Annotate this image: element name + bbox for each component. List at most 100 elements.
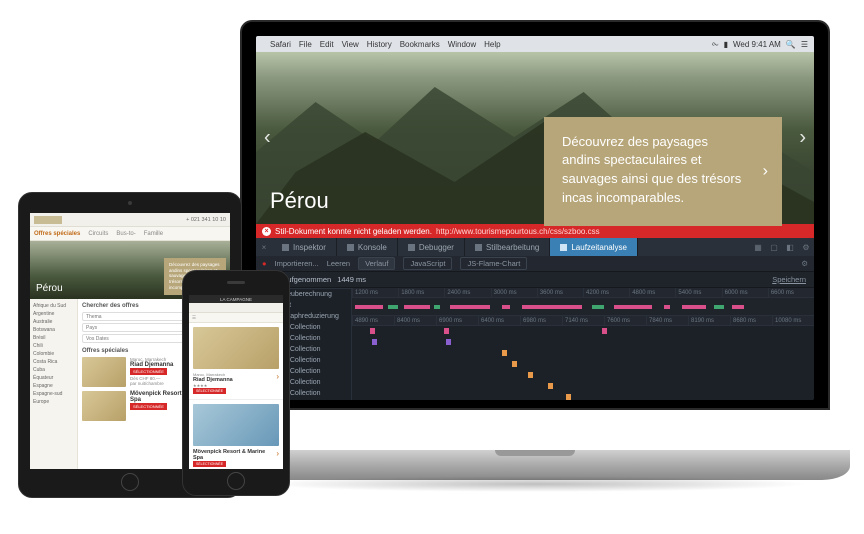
phone-home-button[interactable] (227, 472, 245, 490)
tablet-sidebar-item[interactable]: Cuba (33, 367, 74, 373)
tablet-sidebar-item[interactable]: Équateur (33, 375, 74, 381)
offer-thumb (82, 391, 126, 421)
timeline-marker[interactable] (528, 372, 533, 378)
menu-app[interactable]: Safari (270, 40, 291, 49)
tablet-sidebar-item[interactable]: Costa Rica (33, 359, 74, 365)
tablet-sidebar-item[interactable]: Botswana (33, 327, 74, 333)
devtools-settings-icon[interactable]: ⚙ (798, 238, 814, 256)
timeline-marker[interactable] (372, 339, 377, 345)
devtools-recording-bar: il wird aufgenommen 1449 ms Speichern (256, 272, 814, 288)
inspector-icon (282, 244, 289, 251)
tab-laufzeitanalyse[interactable]: Laufzeitanalyse (550, 238, 638, 256)
hero-caption-arrow-icon[interactable]: › (763, 160, 768, 183)
tablet-sidebar-item[interactable]: Colombie (33, 351, 74, 357)
timeline-marker[interactable] (566, 394, 571, 400)
record-stop-icon[interactable]: ● (262, 259, 267, 268)
menu-bookmarks[interactable]: Bookmarks (400, 40, 440, 49)
timeline-marker[interactable] (602, 328, 607, 334)
overview-strip (714, 305, 724, 309)
menu-window[interactable]: Window (448, 40, 476, 49)
devtools-panel-icon[interactable]: ▦ (750, 238, 766, 256)
laptop-notch (495, 450, 575, 456)
carousel-next-arrow[interactable]: › (799, 127, 806, 150)
tab-stilbearbeitung[interactable]: Stilbearbeitung (465, 238, 550, 256)
menubar-status: ⧜ ▮ Wed 9:41 AM 🔍 ☰ (712, 39, 808, 49)
error-text: Stil-Dokument konnte nicht geladen werde… (275, 227, 432, 236)
tablet-home-button[interactable] (121, 473, 139, 491)
tab-konsole[interactable]: Konsole (337, 238, 398, 256)
debugger-icon (408, 244, 415, 251)
btn-leeren[interactable]: Leeren (327, 259, 350, 268)
timeline-marker[interactable] (444, 328, 449, 334)
tablet-nav: Offres spéciales Circuits Bus-to- Famill… (30, 227, 230, 241)
pill-javascript[interactable]: JavaScript (403, 257, 452, 270)
devtools-dock-icon[interactable]: ◧ (782, 238, 798, 256)
error-close-icon[interactable]: × (262, 227, 271, 236)
tablet-sidebar-item[interactable]: Europe (33, 399, 74, 405)
devtools-close-icon[interactable]: × (256, 238, 272, 256)
tablet-nav-offres[interactable]: Offres spéciales (34, 231, 80, 237)
phone-offer-card[interactable]: Mövenpick Resort & Marine SpaSÉLECTIONNÉ… (189, 400, 283, 469)
btn-importieren[interactable]: Importieren... (275, 259, 319, 268)
tablet-site-header: + 021 341 10 10 (30, 213, 230, 227)
error-url[interactable]: http://www.tourismepourtous.ch/css/szboo… (436, 227, 600, 236)
tablet-nav-bus[interactable]: Bus-to- (116, 231, 135, 237)
search-icon[interactable]: 🔍 (786, 40, 796, 49)
timeline-marker[interactable] (446, 339, 451, 345)
tablet-nav-circuits[interactable]: Circuits (88, 231, 108, 237)
laptop-screen-bezel: Safari File Edit View History Bookmarks … (240, 20, 830, 410)
tablet-sidebar-item[interactable]: Espagne (33, 383, 74, 389)
css-error-bar: × Stil-Dokument konnte nicht geladen wer… (256, 224, 814, 238)
timeline-marker[interactable] (502, 350, 507, 356)
btn-speichern[interactable]: Speichern (764, 275, 814, 284)
devtools-responsive-icon[interactable]: ▢ (766, 238, 782, 256)
menu-history[interactable]: History (367, 40, 392, 49)
phone-nav: ☰ (189, 313, 283, 323)
tab-debugger[interactable]: Debugger (398, 238, 465, 256)
perf-settings-icon[interactable]: ⚙ (801, 259, 808, 268)
notifications-icon[interactable]: ☰ (801, 40, 808, 49)
tablet-sidebar-item[interactable]: Brésil (33, 335, 74, 341)
timeline-canvas[interactable]: 1200 ms1800 ms2400 ms3000 ms3600 ms4200 … (352, 288, 814, 400)
phone-device: LA CAMPAGNE ☰ Maroc, MarrakechRiad Djema… (182, 270, 290, 496)
pill-verlauf[interactable]: Verlauf (358, 257, 395, 270)
phone-display: LA CAMPAGNE ☰ Maroc, MarrakechRiad Djema… (189, 295, 283, 469)
laptop-device: Safari File Edit View History Bookmarks … (220, 20, 850, 500)
tablet-sidebar-item[interactable]: Espagne-sud (33, 391, 74, 397)
phone-speaker (227, 281, 245, 284)
pill-flame-chart[interactable]: JS-Flame-Chart (460, 257, 527, 270)
perf-timeline[interactable]: Stil-NeuberechnungLayoutCC-Graphreduzier… (256, 288, 814, 400)
tablet-logo[interactable] (34, 216, 62, 224)
tablet-sidebar-item[interactable]: Argentine (33, 311, 74, 317)
menu-view[interactable]: View (342, 40, 359, 49)
carousel-prev-arrow[interactable]: ‹ (264, 127, 271, 150)
timeline-ruler-top: 1200 ms1800 ms2400 ms3000 ms3600 ms4200 … (352, 288, 814, 298)
phone-menu-icon[interactable]: ☰ (192, 315, 196, 321)
phone-offer-card[interactable]: Maroc, MarrakechRiad Djemanna★★★★SÉLECTI… (189, 323, 283, 400)
timeline-overview[interactable] (352, 298, 814, 316)
tablet-sidebar-item[interactable]: Afrique du Sud (33, 303, 74, 309)
timeline-marker[interactable] (548, 383, 553, 389)
timeline-marker[interactable] (512, 361, 517, 367)
console-icon (347, 244, 354, 251)
laptop-shadow (260, 476, 810, 492)
hero-caption-text: Découvrez des paysages andins spectacula… (562, 134, 741, 206)
tablet-sidebar-item[interactable]: Chili (33, 343, 74, 349)
tablet-phone-number: + 021 341 10 10 (186, 217, 226, 223)
recording-duration: 1449 ms (337, 275, 366, 284)
wifi-icon: ⧜ (712, 39, 719, 49)
overview-strip (502, 305, 510, 309)
clock: Wed 9:41 AM (733, 40, 781, 49)
tablet-camera (128, 201, 132, 205)
menu-help[interactable]: Help (484, 40, 500, 49)
tablet-nav-famille[interactable]: Famille (144, 231, 163, 237)
tablet-sidebar-item[interactable]: Australie (33, 319, 74, 325)
menu-edit[interactable]: Edit (320, 40, 334, 49)
tab-inspektor[interactable]: Inspektor (272, 238, 337, 256)
offer-thumb (193, 327, 279, 369)
devtools-tab-bar: × Inspektor Konsole Debugger Stilbearbei… (256, 238, 814, 256)
offer-thumb (193, 404, 279, 446)
timeline-marker[interactable] (370, 328, 375, 334)
overview-strip (388, 305, 398, 309)
menu-file[interactable]: File (299, 40, 312, 49)
